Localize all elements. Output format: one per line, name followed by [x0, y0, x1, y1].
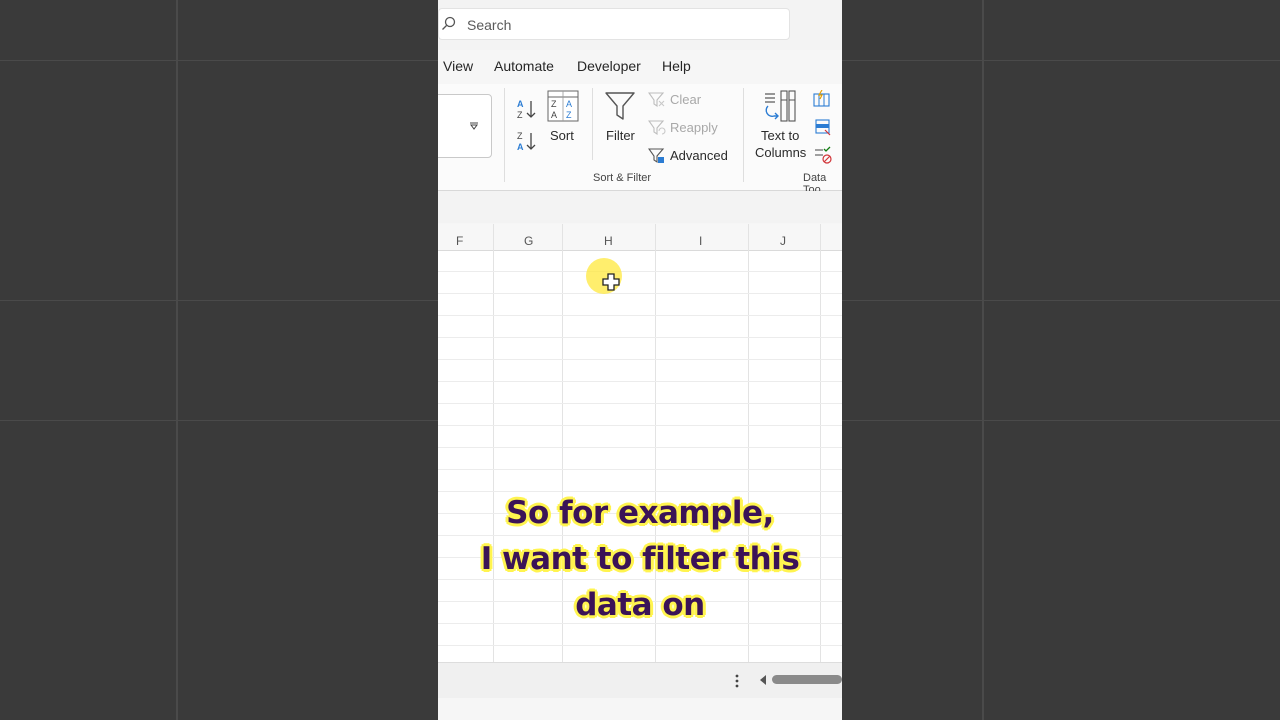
search-box[interactable]: Search [438, 8, 790, 40]
tab-view[interactable]: View [443, 58, 473, 74]
horizontal-scrollbar[interactable] [772, 675, 842, 684]
reapply-label: Reapply [670, 120, 718, 135]
clear-button[interactable]: Clear [648, 90, 738, 110]
row-divider [438, 337, 842, 338]
row-divider [438, 403, 842, 404]
clear-filter-icon [648, 92, 665, 108]
row-divider [438, 425, 842, 426]
sort-descending-icon: Z A [517, 131, 536, 152]
sort-descending-button[interactable]: Z A [516, 130, 538, 152]
sort-ascending-icon: A Z [517, 99, 536, 120]
more-options-icon[interactable] [734, 673, 740, 689]
search-icon [442, 16, 456, 30]
advanced-label: Advanced [670, 148, 728, 163]
sort-dialog-icon: Z A A Z [547, 90, 579, 122]
sort-ascending-button[interactable]: A Z [516, 98, 538, 120]
caption-line-1: So for example, [506, 495, 774, 531]
row-divider [438, 271, 842, 272]
filter-label: Filter [606, 128, 635, 143]
row-divider [438, 359, 842, 360]
svg-text:Z: Z [551, 99, 557, 109]
dropdown-arrow-icon [470, 122, 478, 130]
cell-select-cursor-icon [602, 273, 620, 291]
svg-text:Z: Z [517, 131, 523, 141]
row-divider [438, 293, 842, 294]
filter-button[interactable]: Filter [600, 90, 640, 148]
text-to-columns-label-line2: Columns [755, 145, 807, 160]
filter-funnel-icon [605, 92, 635, 120]
tab-developer[interactable]: Developer [577, 58, 641, 74]
text-to-columns-icon [765, 90, 796, 122]
flash-fill-icon[interactable] [813, 90, 831, 108]
row-divider [438, 469, 842, 470]
svg-text:A: A [517, 99, 524, 109]
svg-text:Z: Z [517, 110, 523, 120]
column-header-h[interactable]: H [604, 234, 613, 248]
sort-filter-group-label: Sort & Filter [593, 172, 652, 184]
svg-text:Z: Z [566, 110, 572, 120]
column-header-g[interactable]: G [524, 234, 533, 248]
column-header-f[interactable]: F [456, 234, 463, 248]
blurred-background-left [0, 0, 438, 720]
search-placeholder: Search [467, 17, 512, 33]
svg-text:A: A [517, 142, 524, 152]
excel-window: Search View Automate Developer Help s A … [438, 0, 842, 720]
clear-label: Clear [670, 92, 702, 107]
column-header-j[interactable]: J [780, 234, 786, 248]
row-divider [438, 645, 842, 646]
ribbon-data: s A Z Z A [438, 84, 842, 196]
query-dropdown[interactable]: s [438, 94, 492, 158]
caption-line-2: I want to filter this [480, 541, 800, 577]
row-divider [438, 447, 842, 448]
row-divider [438, 381, 842, 382]
bottom-area [438, 698, 842, 720]
sort-button[interactable]: Z A A Z Sort [544, 90, 582, 148]
caption-line-3: data on [575, 587, 705, 623]
row-divider [438, 315, 842, 316]
column-header-i[interactable]: I [699, 234, 702, 248]
tab-help[interactable]: Help [662, 58, 691, 74]
text-to-columns-label-line1: Text to [761, 128, 800, 143]
ribbon-tabs: View Automate Developer Help [438, 54, 842, 80]
tab-automate[interactable]: Automate [494, 58, 554, 74]
reapply-filter-icon [648, 120, 666, 136]
sort-label: Sort [550, 128, 574, 143]
ribbon-separator [592, 88, 593, 160]
title-bar: Search [438, 0, 842, 50]
ribbon-separator [504, 88, 505, 182]
remove-duplicates-icon[interactable] [814, 118, 832, 136]
blurred-background-right [842, 0, 1280, 720]
sheet-tab-bar [438, 662, 842, 699]
text-to-columns-button[interactable]: Text to Columns [752, 90, 808, 162]
advanced-button[interactable]: Advanced [648, 146, 738, 166]
svg-text:A: A [551, 110, 557, 120]
scroll-left-icon[interactable] [758, 674, 768, 686]
svg-text:A: A [566, 99, 572, 109]
video-caption: So for example, I want to filter this da… [438, 490, 842, 628]
reapply-button[interactable]: Reapply [648, 118, 738, 138]
ribbon-separator [743, 88, 744, 182]
data-validation-icon[interactable] [814, 146, 832, 164]
advanced-filter-icon [648, 148, 665, 164]
formula-bar-area [438, 191, 842, 223]
column-headers: F G H I J [438, 224, 842, 251]
